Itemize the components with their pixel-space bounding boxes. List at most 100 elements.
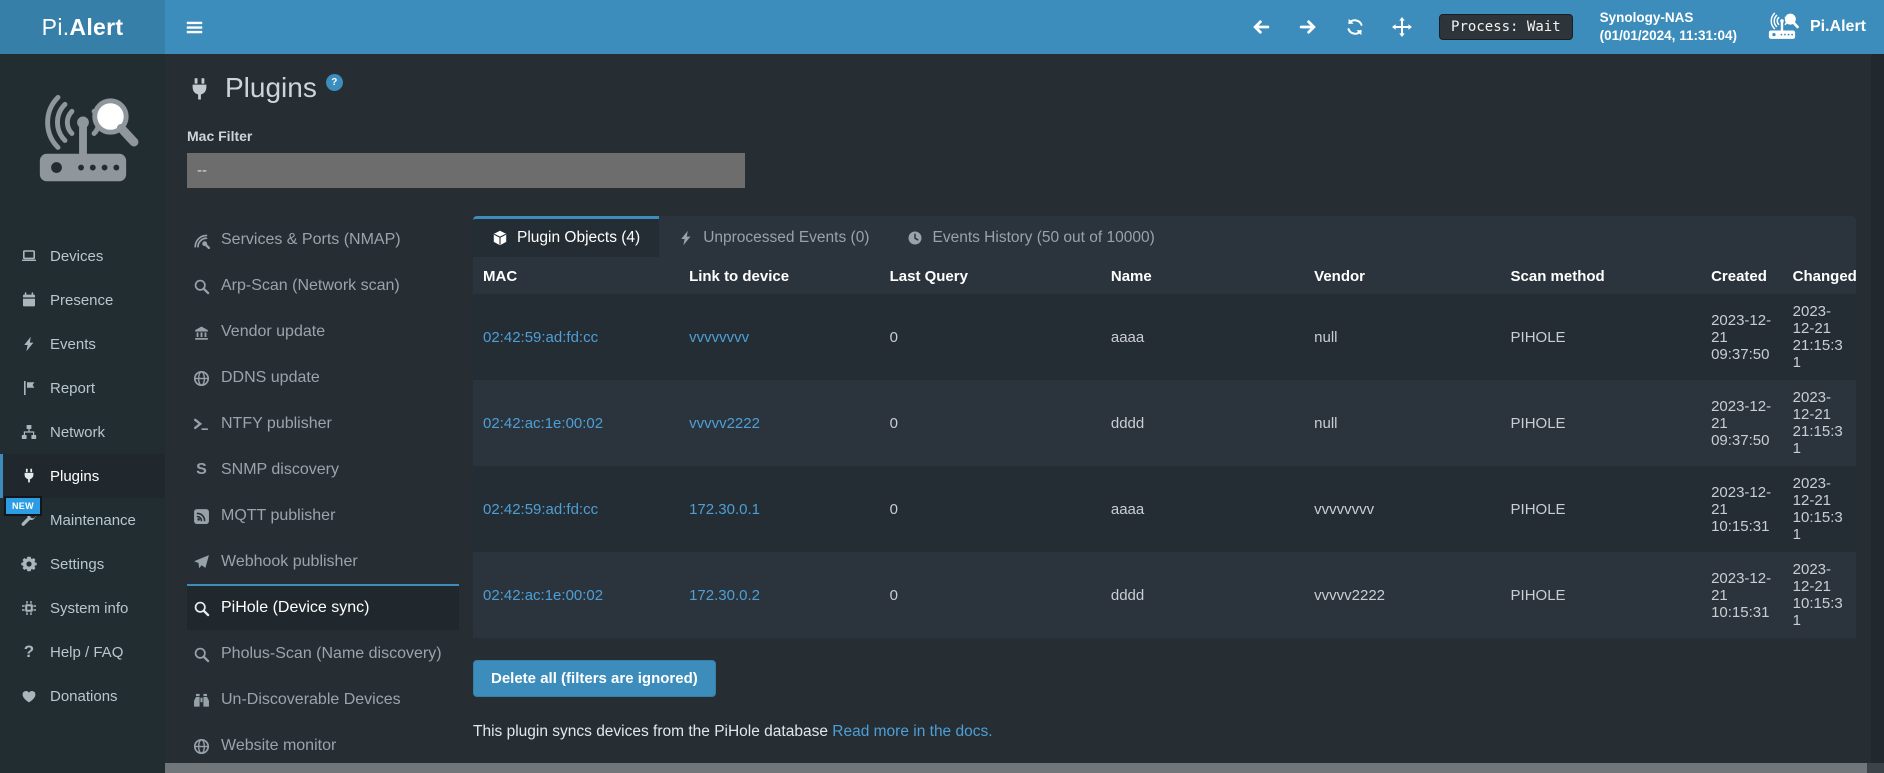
bank-icon xyxy=(192,324,211,341)
cell-name: dddd xyxy=(1101,380,1304,466)
help-badge[interactable]: ? xyxy=(326,74,343,91)
col-header-mac: MAC xyxy=(473,257,679,294)
sidebar-item-network[interactable]: Network xyxy=(0,410,165,454)
sidebar-menu: Devices Presence Events Report NetworkPlugin… xyxy=(0,234,165,718)
plugin-nav-item-vendor-update[interactable]: Vendor update xyxy=(187,308,459,354)
sidebar-item-devices[interactable]: Devices xyxy=(0,234,165,278)
plugin-nav-label: MQTT publisher xyxy=(221,507,335,525)
rss-square-icon xyxy=(192,508,211,525)
tab-plugin-objects-4[interactable]: Plugin Objects (4) xyxy=(473,216,659,257)
sidebar-item-label: Presence xyxy=(50,292,113,309)
plugin-nav-label: Services & Ports (NMAP) xyxy=(221,231,401,249)
cell-link-to-device: vvvvvvvv xyxy=(679,294,880,380)
back-arrow-icon[interactable] xyxy=(1251,17,1271,37)
device-link[interactable]: 172.30.0.2 xyxy=(689,587,760,604)
sidebar-item-presence[interactable]: Presence xyxy=(0,278,165,322)
mac-link[interactable]: 02:42:59:ad:fd:cc xyxy=(483,329,598,346)
hamburger-menu-icon[interactable] xyxy=(185,18,204,37)
plug-icon xyxy=(20,468,38,484)
sidebar-item-label: System info xyxy=(50,600,128,617)
search-icon xyxy=(192,278,211,295)
vertical-scrollbar[interactable] xyxy=(1871,54,1884,763)
mac-link[interactable]: 02:42:ac:1e:00:02 xyxy=(483,415,603,432)
sidebar-item-label: Settings xyxy=(50,556,104,573)
plugin-nav-label: Pholus-Scan (Name discovery) xyxy=(221,645,442,663)
plugin-nav-label: NTFY publisher xyxy=(221,415,332,433)
sidebar-item-label: Devices xyxy=(50,248,103,265)
plugin-nav-item-snmp-discovery[interactable]: S SNMP discovery xyxy=(187,446,459,492)
plugin-description: This plugin syncs devices from the PiHol… xyxy=(473,723,1856,741)
cell-vendor: vvvvv2222 xyxy=(1304,552,1500,638)
read-more-link[interactable]: Read more in the docs. xyxy=(832,723,992,740)
table-row: 02:42:59:ad:fd:cc172.30.0.10aaaavvvvvvvv… xyxy=(473,466,1856,552)
plugin-nav-item-ddns-update[interactable]: DDNS update xyxy=(187,354,459,400)
sidebar-item-plugins[interactable]: Plugins xyxy=(0,454,165,498)
col-header-name: Name xyxy=(1101,257,1304,294)
col-header-created: Created xyxy=(1701,257,1783,294)
plugin-nav-item-website-monitor[interactable]: Website monitor xyxy=(187,722,459,768)
mac-link[interactable]: 02:42:ac:1e:00:02 xyxy=(483,587,603,604)
plugin-nav-label: SNMP discovery xyxy=(221,461,339,479)
mac-filter-input[interactable] xyxy=(187,153,745,188)
sidebar-item-label: Donations xyxy=(50,688,118,705)
refresh-icon[interactable] xyxy=(1345,17,1365,37)
horizontal-scrollbar-thumb[interactable] xyxy=(165,763,1867,773)
tab-unprocessed-events-0[interactable]: Unprocessed Events (0) xyxy=(659,216,888,257)
plugin-nav-label: Un-Discoverable Devices xyxy=(221,691,401,709)
move-icon[interactable] xyxy=(1392,17,1412,37)
plugin-nav-item-arp-scan-network-scan[interactable]: Arp-Scan (Network scan) xyxy=(187,262,459,308)
sidebar-item-label: Maintenance xyxy=(50,512,136,529)
sidebar-item-donations[interactable]: Donations xyxy=(0,674,165,718)
binoculars-icon xyxy=(192,692,211,709)
device-link[interactable]: vvvvvvvv xyxy=(689,329,749,346)
delete-all-button[interactable]: Delete all (filters are ignored) xyxy=(473,660,716,697)
page-title: Plugins xyxy=(225,72,317,104)
mac-filter-label: Mac Filter xyxy=(187,128,1884,144)
sidebar-item-label: Report xyxy=(50,380,95,397)
plugin-nav-label: DDNS update xyxy=(221,369,320,387)
app-identity[interactable]: Pi.Alert xyxy=(1764,12,1866,43)
host-info: Synology-NAS (01/01/2024, 11:31:04) xyxy=(1600,9,1737,45)
plugin-nav-item-pihole-device-sync[interactable]: PiHole (Device sync) xyxy=(187,584,459,630)
device-link[interactable]: 172.30.0.1 xyxy=(689,501,760,518)
plugin-nav-item-mqtt-publisher[interactable]: MQTT publisher xyxy=(187,492,459,538)
device-link[interactable]: vvvvv2222 xyxy=(689,415,760,432)
plugin-nav-item-pholus-scan-name-discovery[interactable]: Pholus-Scan (Name discovery) xyxy=(187,630,459,676)
plugin-nav-item-services-ports-nmap[interactable]: Services & Ports (NMAP) xyxy=(187,216,459,262)
plugin-nav-item-ntfy-publisher[interactable]: NTFY publisher xyxy=(187,400,459,446)
s-letter-icon: S xyxy=(192,461,211,479)
pialert-mini-logo-icon xyxy=(1764,12,1800,43)
tab-events-history-50-out-of-10000[interactable]: Events History (50 out of 10000) xyxy=(888,216,1173,257)
cell-changed: 2023-12-21 10:15:31 xyxy=(1783,466,1856,552)
horizontal-scrollbar[interactable] xyxy=(165,763,1884,773)
main-content: Plugins ? Mac Filter Services & Ports (N… xyxy=(165,54,1884,773)
plugin-objects-table: MACLink to deviceLast QueryNameVendorSca… xyxy=(473,257,1856,638)
cell-link-to-device: 172.30.0.1 xyxy=(679,466,880,552)
plugin-nav-item-un-discoverable-devices[interactable]: Un-Discoverable Devices xyxy=(187,676,459,722)
plugin-nav-label: Vendor update xyxy=(221,323,325,341)
cell-mac: 02:42:59:ad:fd:cc xyxy=(473,294,679,380)
question-mark-icon: ? xyxy=(20,642,38,662)
tab-bar: Plugin Objects (4) Unprocessed Events (0)… xyxy=(473,216,1856,257)
plug-icon xyxy=(187,77,212,102)
mac-link[interactable]: 02:42:59:ad:fd:cc xyxy=(483,501,598,518)
terminal-icon xyxy=(192,416,211,433)
plugin-nav-label: Website monitor xyxy=(221,737,336,755)
plugin-nav: Services & Ports (NMAP) Arp-Scan (Network… xyxy=(187,216,459,768)
top-header: Pi.Alert Process: Wait Synology-NAS (01/… xyxy=(0,0,1884,54)
sidebar-item-report[interactable]: Report xyxy=(0,366,165,410)
forward-arrow-icon[interactable] xyxy=(1298,17,1318,37)
cell-created: 2023-12-21 09:37:50 xyxy=(1701,380,1783,466)
cell-link-to-device: vvvvv2222 xyxy=(679,380,880,466)
brand-logo[interactable]: Pi.Alert xyxy=(0,0,165,54)
sidebar-item-settings[interactable]: Settings xyxy=(0,542,165,586)
chip-icon xyxy=(20,600,38,616)
sidebar-item-help-faq[interactable]: ?Help / FAQ xyxy=(0,630,165,674)
sidebar-item-label: Events xyxy=(50,336,96,353)
plugin-nav-item-webhook-publisher[interactable]: Webhook publisher xyxy=(187,538,459,584)
sidebar-item-system-info[interactable]: System info xyxy=(0,586,165,630)
cell-created: 2023-12-21 10:15:31 xyxy=(1701,466,1783,552)
sidebar-item-events[interactable]: Events xyxy=(0,322,165,366)
clock-icon xyxy=(907,230,923,246)
tab-label: Plugin Objects (4) xyxy=(517,229,640,247)
